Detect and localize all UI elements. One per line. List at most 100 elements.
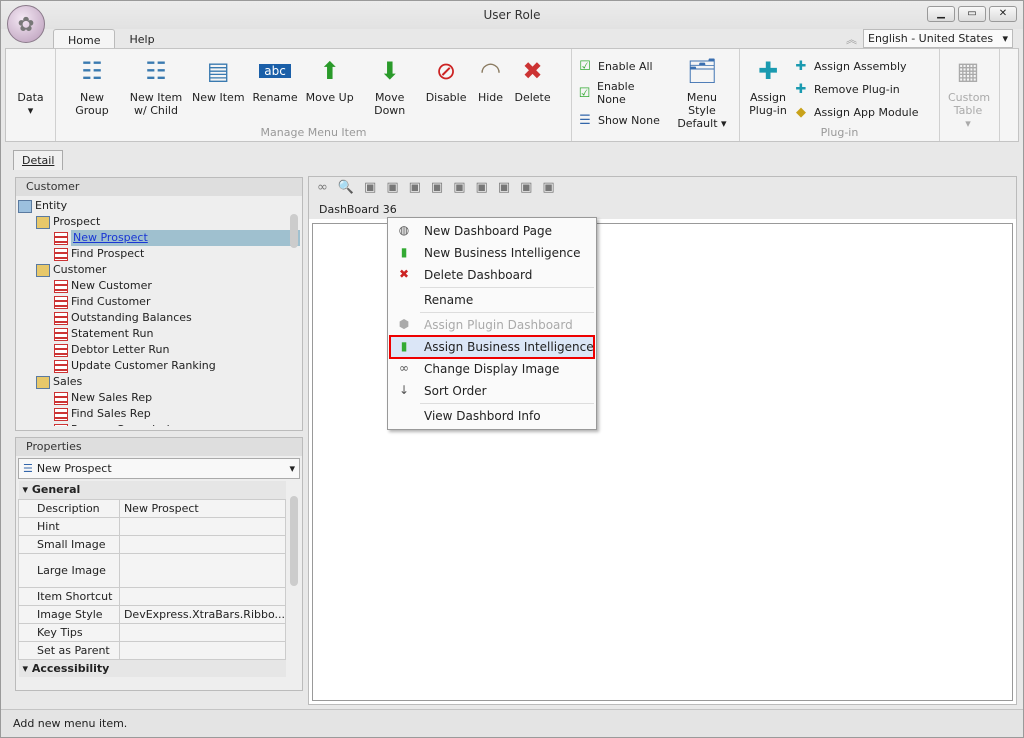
property-row: Set as Parent xyxy=(18,640,286,660)
edit-image-icon[interactable]: ▣ xyxy=(520,180,532,196)
category-accessibility-label: Accessibility xyxy=(31,661,110,675)
menu-item-delete-dashboard[interactable]: ✖ Delete Dashboard xyxy=(390,264,594,286)
menu-item-sort-order[interactable]: ↓ Sort Order xyxy=(390,380,594,402)
property-key: Item Shortcut xyxy=(18,586,120,606)
tree-item[interactable]: New Customer xyxy=(18,278,300,294)
new-item-child-button[interactable]: ☷ New Item w/ Child xyxy=(124,53,188,119)
properties-scrollbar[interactable] xyxy=(288,480,300,688)
property-key: Large Image xyxy=(18,552,120,588)
arrow-up-button[interactable]: ⬆ Move Up xyxy=(302,53,358,106)
tree-item-label: Prospect xyxy=(53,215,101,228)
enable-all-button[interactable]: ☑ Enable All xyxy=(576,57,663,75)
folder-icon xyxy=(36,263,50,277)
tree-item[interactable]: Entity xyxy=(18,198,300,214)
menu-item-label: Sort Order xyxy=(424,384,487,398)
menu-item-rename[interactable]: Rename xyxy=(390,289,594,311)
tab-dashboard-36[interactable]: DashBoard 36 xyxy=(309,199,1016,219)
edit-image-icon[interactable]: ▣ xyxy=(364,180,376,196)
tree-item[interactable]: Update Customer Ranking xyxy=(18,358,300,374)
new-item-button[interactable]: ▤ New Item xyxy=(188,53,249,106)
tree-item[interactable]: Process Commission xyxy=(18,422,300,426)
edit-image-icon[interactable]: ▣ xyxy=(431,180,443,196)
new-group-label: New Group xyxy=(75,91,109,117)
tree-item[interactable]: Sales xyxy=(18,374,300,390)
menu-item-new-dashboard-page[interactable]: ◍ New Dashboard Page xyxy=(390,220,594,242)
assign-app-module-button[interactable]: ◆ Assign App Module xyxy=(792,103,918,121)
tree-item[interactable]: Outstanding Balances xyxy=(18,310,300,326)
show-none-button[interactable]: ☰ Show None xyxy=(576,111,663,129)
menu-item-label: New Dashboard Page xyxy=(424,224,552,238)
delete-button[interactable]: ✖ Delete xyxy=(511,53,555,106)
menu-item-label: Rename xyxy=(424,293,474,307)
arrow-down-button[interactable]: ⬇ Move Down xyxy=(358,53,422,119)
hide-button[interactable]: ◠ Hide xyxy=(471,53,511,106)
edit-image-icon[interactable]: ▣ xyxy=(476,180,488,196)
tab-detail[interactable]: Detail xyxy=(13,150,64,170)
edit-image-icon[interactable]: ▣ xyxy=(498,180,510,196)
edit-image-icon[interactable]: ▣ xyxy=(453,180,465,196)
new-group-button[interactable]: ☷ New Group xyxy=(60,53,124,119)
tree-item[interactable]: Find Sales Rep xyxy=(18,406,300,422)
hide-icon: ◠ xyxy=(480,56,501,85)
magnify-icon[interactable]: 🔍 xyxy=(338,180,354,196)
checklist-icon: ☑ xyxy=(578,85,591,101)
arrow-up-label: Move Up xyxy=(305,91,354,104)
property-row: Image Style DevExpress.XtraBars.Ribbo... xyxy=(18,604,286,624)
tree-item[interactable]: Statement Run xyxy=(18,326,300,342)
menu-item-assign-plugin-dashboard[interactable]: ⬢ Assign Plugin Dashboard xyxy=(390,314,594,336)
property-key: Set as Parent xyxy=(18,640,120,660)
assign-assembly-button[interactable]: ✚ Assign Assembly xyxy=(792,57,918,75)
tree-structure-icon[interactable]: ∞ xyxy=(317,180,328,196)
tree-item[interactable]: Find Prospect xyxy=(18,246,300,262)
tree-item-label: Find Sales Rep xyxy=(71,407,151,420)
property-row: Small Image xyxy=(18,534,286,554)
language-select[interactable]: English - United States xyxy=(863,29,1013,48)
edit-image-icon[interactable]: ▣ xyxy=(542,180,554,196)
maximize-button[interactable]: ▭ xyxy=(958,6,986,22)
property-value[interactable]: New Prospect xyxy=(118,498,286,518)
rename-button[interactable]: abc Rename xyxy=(249,53,302,106)
arrow-down-label: Move Down xyxy=(374,91,406,117)
show-none-label: Show None xyxy=(598,113,660,127)
enable-none-button[interactable]: ☑ Enable None xyxy=(576,80,663,106)
menu-item-change-display-image[interactable]: ∞ Change Display Image xyxy=(390,358,594,380)
property-value[interactable] xyxy=(118,622,286,642)
property-value[interactable] xyxy=(118,552,286,588)
tree-item[interactable]: New Prospect xyxy=(18,230,300,246)
menu-item-new-business-intelligence[interactable]: ▮ New Business Intelligence xyxy=(390,242,594,264)
edit-image-icon[interactable]: ▣ xyxy=(386,180,398,196)
remove-plugin-button[interactable]: ✚ Remove Plug-in xyxy=(792,80,918,98)
menu-style-label: Menu Style xyxy=(686,91,718,117)
custom-table-button[interactable]: ▦ Custom Table ▾ xyxy=(944,53,992,132)
menu-tree-panel: Customer Entity Prospect New Prospect Find … xyxy=(15,177,303,431)
property-value[interactable]: DevExpress.XtraBars.Ribbo... xyxy=(118,604,286,624)
tree-item[interactable]: New Sales Rep xyxy=(18,390,300,406)
tree-scrollbar[interactable] xyxy=(288,198,300,428)
tree-item[interactable]: Customer xyxy=(18,262,300,278)
menu-style-button[interactable]: 🗂 Menu Style Default ▾ xyxy=(669,53,735,132)
tree-item[interactable]: Debtor Letter Run xyxy=(18,342,300,358)
property-value[interactable] xyxy=(118,586,286,606)
category-accessibility[interactable]: ▾ Accessibility xyxy=(18,659,286,677)
collapse-ribbon-icon[interactable]: ︽ xyxy=(846,31,857,47)
properties-panel: Properties ☰ New Prospect ▾ ▾ General Desc… xyxy=(15,437,303,691)
assign-plugin-dashboard-icon: ⬢ xyxy=(398,317,410,331)
close-button[interactable]: ✕ xyxy=(989,6,1017,22)
folder-icon xyxy=(36,215,50,229)
minimize-button[interactable]: ▁ xyxy=(927,6,955,22)
property-value[interactable] xyxy=(118,534,286,554)
menu-item-view-dashbord-info[interactable]: View Dashbord Info xyxy=(390,405,594,427)
properties-object-select[interactable]: ☰ New Prospect ▾ xyxy=(18,458,300,479)
menu-item-assign-business-intelligence[interactable]: ▮ Assign Business Intelligence xyxy=(389,335,595,359)
disable-button[interactable]: ⊘ Disable xyxy=(422,53,471,106)
app-logo-button[interactable]: ✿ xyxy=(7,5,45,43)
edit-image-icon[interactable]: ▣ xyxy=(409,180,421,196)
property-value[interactable] xyxy=(118,640,286,660)
module-icon: ◆ xyxy=(796,104,806,120)
tree-item[interactable]: Prospect xyxy=(18,214,300,230)
assign-plugin-button[interactable]: ✚ Assign Plug-in xyxy=(744,53,792,119)
tree-item[interactable]: Find Customer xyxy=(18,294,300,310)
category-general[interactable]: ▾ General xyxy=(18,481,286,499)
property-value[interactable] xyxy=(118,516,286,536)
data-dropdown-button[interactable]: Data ▾ xyxy=(11,89,51,119)
